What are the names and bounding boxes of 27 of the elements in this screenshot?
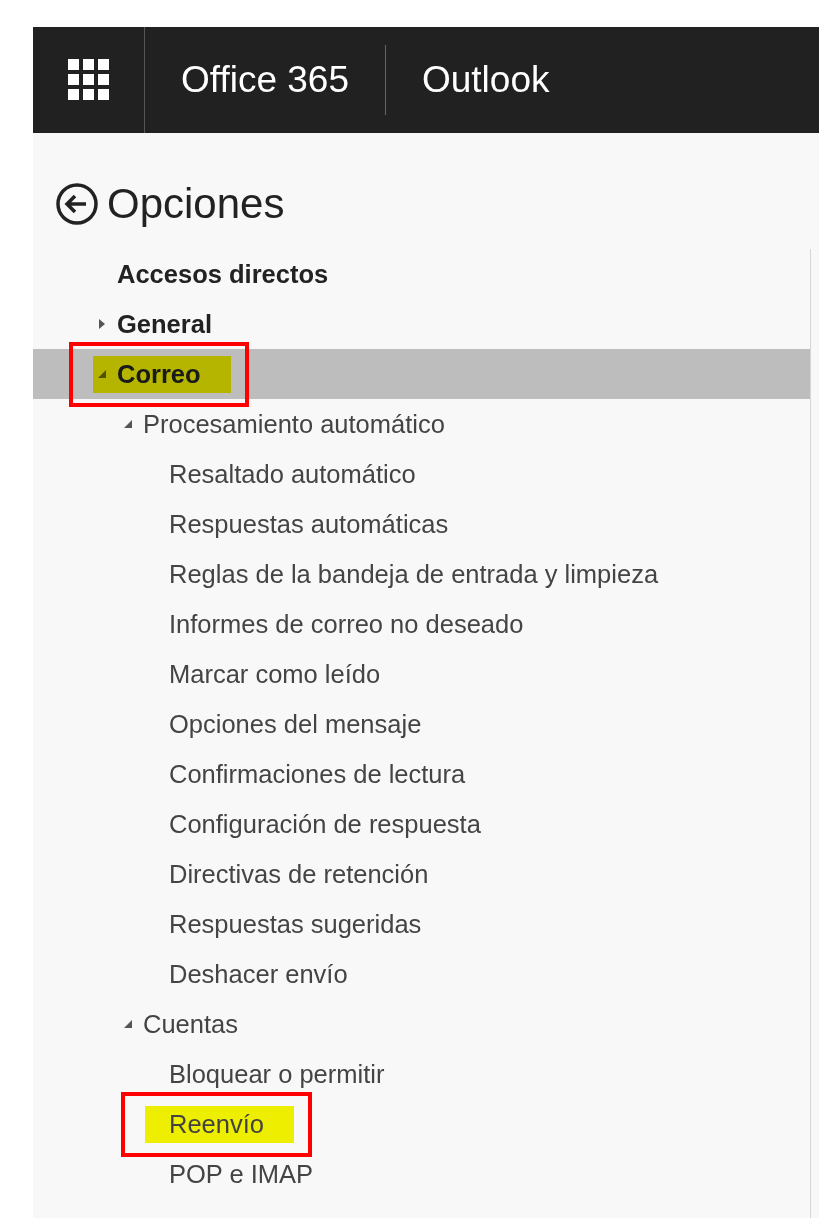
nav-item[interactable]: Deshacer envío [169, 959, 348, 989]
waffle-icon [67, 59, 110, 101]
nav-item[interactable]: Bloquear o permitir [169, 1059, 385, 1089]
nav-item[interactable]: POP e IMAP [169, 1159, 314, 1189]
nav-item[interactable]: Accesos directos [117, 259, 329, 289]
nav-item[interactable]: Directivas de retención [169, 859, 429, 889]
collapsed-triangle-icon[interactable] [97, 319, 107, 329]
app-name[interactable]: Outlook [386, 27, 586, 133]
back-button[interactable] [55, 182, 99, 226]
nav-item[interactable]: Procesamiento automático [143, 409, 445, 439]
nav-item[interactable]: Configuración de respuesta [169, 809, 481, 839]
nav-item[interactable]: Informes de correo no deseado [169, 609, 524, 639]
expanded-triangle-icon[interactable] [123, 1019, 133, 1029]
nav-item[interactable]: Respuestas sugeridas [169, 909, 422, 939]
nav-item[interactable]: Cuentas [143, 1009, 238, 1039]
nav-item[interactable]: Reenvío [145, 1105, 294, 1143]
nav-item[interactable]: Respuestas automáticas [169, 509, 449, 539]
nav-item[interactable]: Reglas de la bandeja de entrada y limpieza [169, 559, 659, 589]
nav-item[interactable]: Marcar como leído [169, 659, 381, 689]
nav-item[interactable]: Confirmaciones de lectura [169, 759, 466, 789]
brand-name[interactable]: Office 365 [145, 45, 386, 115]
nav-item[interactable]: General [117, 309, 212, 339]
page-title: Opciones [107, 180, 285, 228]
nav-item[interactable]: Resaltado automático [169, 459, 416, 489]
expanded-triangle-icon[interactable] [123, 419, 133, 429]
nav-item[interactable]: Correo [93, 355, 231, 393]
nav-item[interactable]: Opciones del mensaje [169, 709, 422, 739]
